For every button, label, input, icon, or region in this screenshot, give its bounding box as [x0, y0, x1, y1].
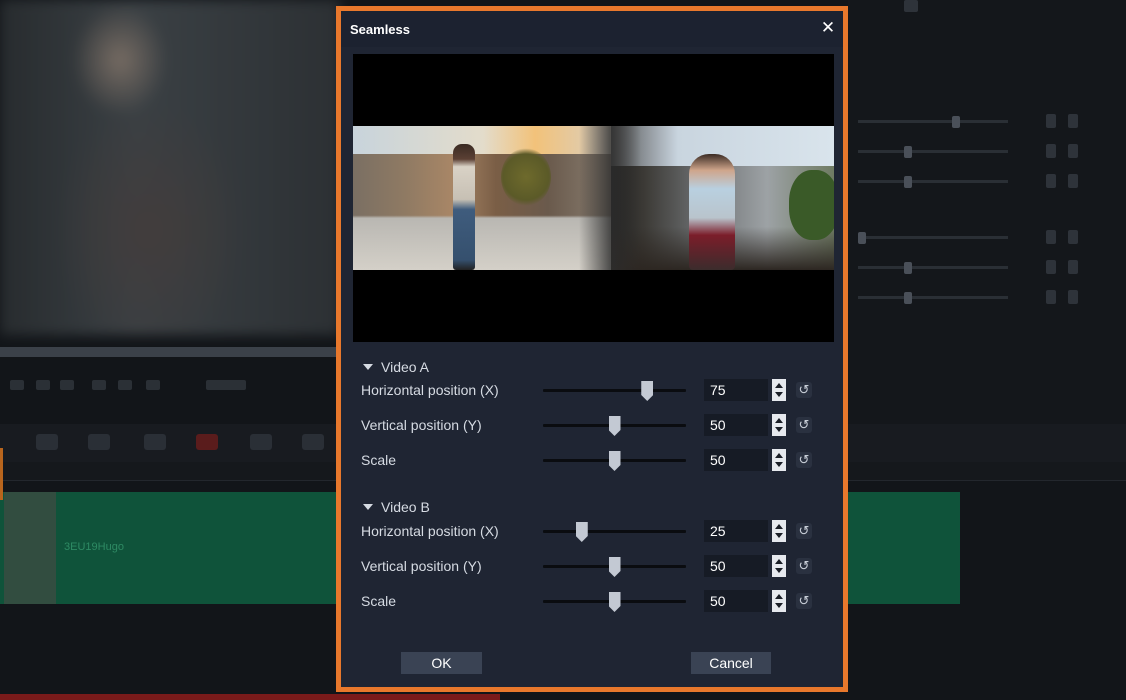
video-b-frame [611, 126, 834, 270]
slider-thumb[interactable] [608, 557, 621, 577]
video-a-frame [353, 126, 613, 270]
background-clip-thumbnail [4, 492, 56, 604]
video-a-horizontal-value[interactable]: 75 [704, 379, 768, 401]
video-b-vertical-slider[interactable] [543, 557, 686, 577]
slider-thumb[interactable] [608, 451, 621, 471]
background-playhead-marker [0, 448, 3, 500]
close-button[interactable]: ✕ [819, 19, 837, 37]
video-b-scale-value[interactable]: 50 [704, 590, 768, 612]
video-b-section-toggle[interactable]: Video B [363, 498, 430, 516]
video-a-vertical-value[interactable]: 50 [704, 414, 768, 436]
video-b-scale-reset-icon[interactable]: ↺ [796, 593, 812, 609]
video-a-vertical-reset-icon[interactable]: ↺ [796, 417, 812, 433]
background-playback-controls [0, 370, 336, 410]
video-a-scale-reset-icon[interactable]: ↺ [796, 452, 812, 468]
video-a-label: Video A [381, 359, 430, 375]
video-a-scale-label: Scale [361, 452, 397, 468]
video-preview [353, 54, 834, 342]
video-a-horizontal-label: Horizontal position (X) [361, 382, 499, 398]
video-b-horizontal-value[interactable]: 25 [704, 520, 768, 542]
background-preview [0, 0, 340, 335]
video-a-scale-value[interactable]: 50 [704, 449, 768, 471]
video-a-scale-slider[interactable] [543, 451, 686, 471]
video-b-vertical-label: Vertical position (Y) [361, 558, 482, 574]
video-a-horizontal-reset-icon[interactable]: ↺ [796, 382, 812, 398]
video-b-scale-slider[interactable] [543, 592, 686, 612]
seamless-dialog: Seamless ✕ Video A Horizontal position (… [336, 6, 848, 692]
video-a-scale-stepper[interactable] [772, 449, 786, 471]
slider-thumb[interactable] [608, 416, 621, 436]
background-clip-label: 3EU19Hugo [64, 541, 124, 553]
background-scrubber [0, 347, 336, 357]
video-b-horizontal-slider[interactable] [543, 522, 686, 542]
seam-blend [579, 126, 641, 270]
collapse-triangle-icon [363, 364, 373, 370]
background-timeline-bar [0, 694, 500, 700]
video-b-vertical-reset-icon[interactable]: ↺ [796, 558, 812, 574]
preview-frame [353, 126, 834, 270]
video-b-vertical-value[interactable]: 50 [704, 555, 768, 577]
video-a-vertical-stepper[interactable] [772, 414, 786, 436]
video-a-vertical-slider[interactable] [543, 416, 686, 436]
video-b-scale-label: Scale [361, 593, 397, 609]
slider-thumb[interactable] [641, 381, 654, 401]
video-a-horizontal-stepper[interactable] [772, 379, 786, 401]
video-b-label: Video B [381, 499, 430, 515]
cancel-button[interactable]: Cancel [691, 652, 771, 674]
slider-thumb[interactable] [575, 522, 588, 542]
slider-thumb[interactable] [608, 592, 621, 612]
dialog-title: Seamless [350, 22, 410, 37]
ok-button[interactable]: OK [401, 652, 482, 674]
video-a-horizontal-slider[interactable] [543, 381, 686, 401]
video-a-section-toggle[interactable]: Video A [363, 358, 429, 376]
collapse-triangle-icon [363, 504, 373, 510]
video-a-vertical-label: Vertical position (Y) [361, 417, 482, 433]
background-properties-panel [848, 0, 1126, 424]
video-b-scale-stepper[interactable] [772, 590, 786, 612]
video-b-horizontal-label: Horizontal position (X) [361, 523, 499, 539]
video-b-vertical-stepper[interactable] [772, 555, 786, 577]
dialog-titlebar: Seamless ✕ [341, 11, 843, 47]
video-b-horizontal-stepper[interactable] [772, 520, 786, 542]
video-b-horizontal-reset-icon[interactable]: ↺ [796, 523, 812, 539]
